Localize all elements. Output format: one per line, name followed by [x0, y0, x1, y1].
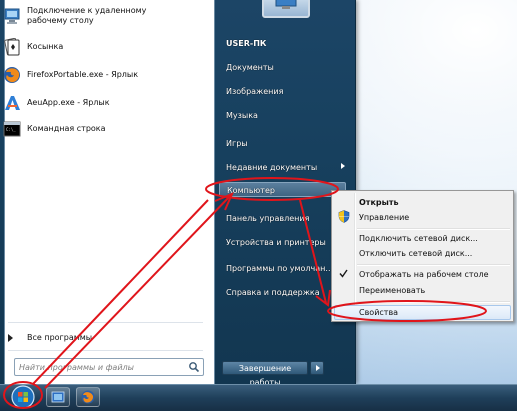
menu-item-rename[interactable]: Переименовать [359, 286, 425, 295]
start-button[interactable] [9, 384, 37, 410]
menu-item-map-drive[interactable]: Подключить сетевой диск... [359, 234, 478, 243]
menu-item-properties[interactable]: Свойства [359, 308, 398, 317]
menu-separator [357, 228, 510, 230]
chevron-right-icon [341, 163, 345, 169]
triangle-right-icon [8, 333, 13, 342]
firefox-icon [3, 66, 21, 84]
documents-link[interactable]: Документы [226, 63, 274, 72]
cmd-icon: C:\_ [3, 120, 21, 138]
user-folder-link[interactable]: USER-ПК [226, 39, 266, 48]
divider [8, 350, 203, 351]
search-input[interactable] [19, 361, 179, 373]
menu-item-disconnect-drive[interactable]: Отключить сетевой диск... [359, 249, 472, 258]
devices-printers-link[interactable]: Устройства и принтеры [226, 238, 326, 247]
menu-item-manage[interactable]: Управление [359, 213, 409, 222]
program-remote-desktop[interactable]: Подключение к удаленному рабочему столу [3, 6, 203, 26]
taskbar-explorer-button[interactable] [46, 387, 70, 407]
search-box[interactable] [14, 358, 204, 376]
shutdown-options-button[interactable] [310, 361, 324, 375]
program-cmd[interactable]: C:\_ Командная строка [3, 120, 203, 138]
music-link[interactable]: Музыка [226, 111, 258, 120]
search-icon[interactable] [188, 361, 200, 373]
computer-link[interactable]: Компьютер [219, 182, 346, 197]
checkmark-icon [339, 269, 348, 278]
program-label: FirefoxPortable.exe - Ярлык [27, 70, 139, 79]
user-picture[interactable] [262, 0, 310, 18]
program-label: Подключение к удаленному рабочему столу [27, 6, 147, 25]
recent-documents-link[interactable]: Недавние документы [226, 163, 317, 172]
taskbar-firefox-button[interactable] [76, 387, 100, 407]
divider [8, 322, 203, 323]
help-support-link[interactable]: Справка и поддержка [226, 288, 320, 297]
program-label: Косынка [27, 42, 64, 51]
program-label: Командная строка [27, 124, 106, 133]
menu-item-open[interactable]: Открыть [359, 198, 399, 207]
program-label: AeuApp.exe - Ярлык [27, 98, 110, 107]
shield-icon [338, 210, 350, 223]
program-aeuapp[interactable]: AeuApp.exe - Ярлык [3, 94, 203, 112]
explorer-icon [51, 391, 65, 403]
all-programs-label: Все программы [27, 333, 93, 342]
program-solitaire[interactable]: Косынка [3, 37, 203, 56]
control-panel-link[interactable]: Панель управления [226, 214, 309, 223]
shutdown-button[interactable]: Завершение работы [222, 361, 308, 387]
pictures-link[interactable]: Изображения [226, 87, 283, 96]
default-programs-link[interactable]: Программы по умолчан... [226, 264, 333, 273]
menu-separator [357, 301, 510, 303]
menu-item-show-on-desktop[interactable]: Отображать на рабочем столе [359, 270, 489, 279]
firefox-icon [81, 390, 95, 404]
context-menu: Открыть Управление Подключить сетевой ди… [331, 190, 514, 322]
solitaire-icon [3, 37, 21, 56]
games-link[interactable]: Игры [226, 139, 248, 148]
app-icon [3, 94, 21, 112]
program-firefox[interactable]: FirefoxPortable.exe - Ярлык [3, 66, 203, 84]
remote-desktop-icon [3, 7, 21, 25]
start-menu-left-panel [4, 0, 215, 386]
menu-separator [357, 264, 510, 266]
all-programs-button[interactable]: Все программы [8, 333, 92, 342]
svg-text:C:\_: C:\_ [6, 127, 16, 132]
